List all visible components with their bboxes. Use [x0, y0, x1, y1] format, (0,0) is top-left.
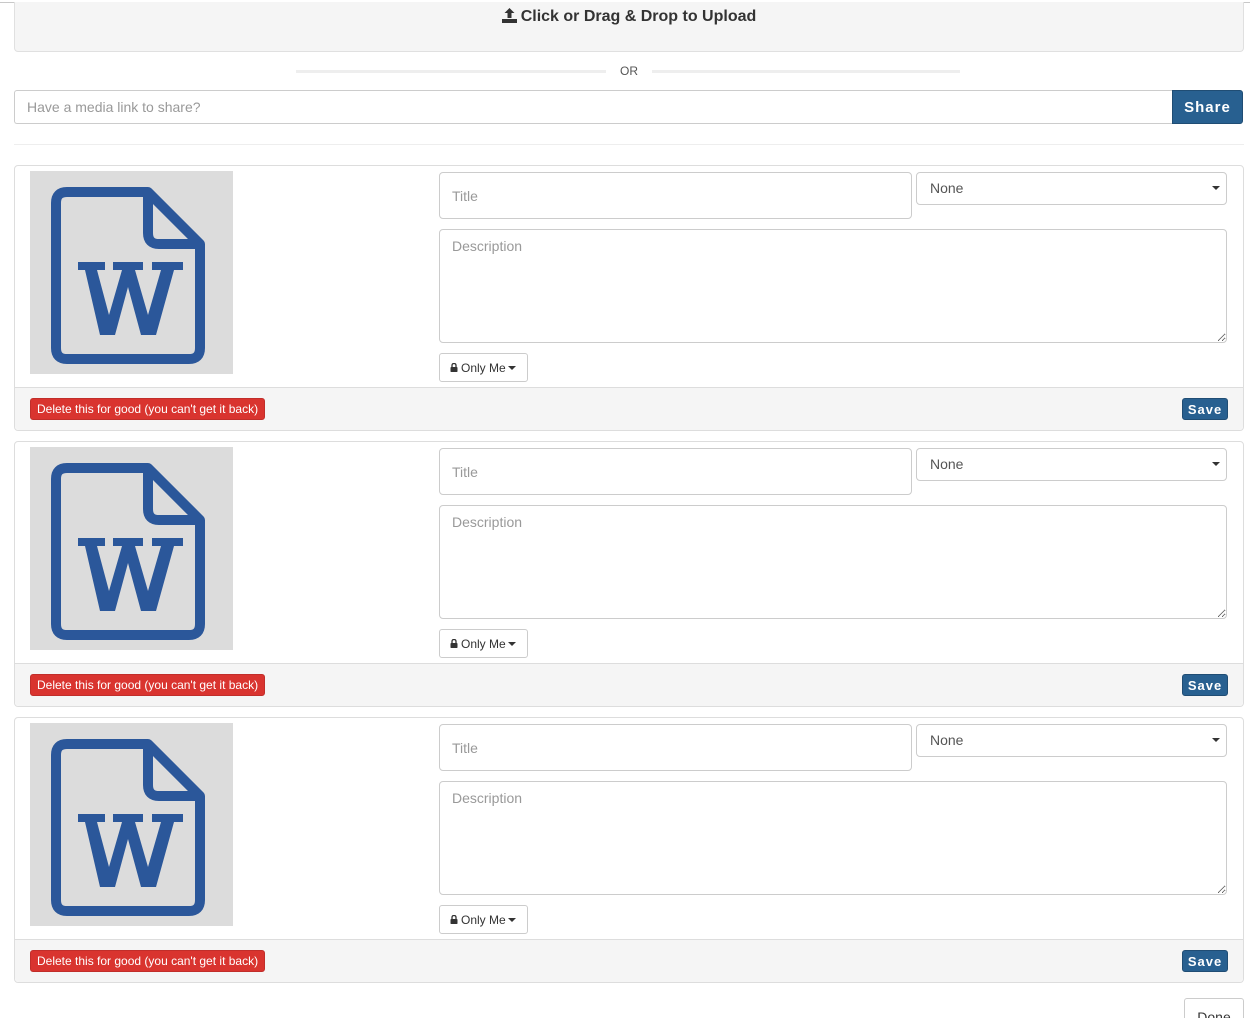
caret-down-icon — [508, 642, 516, 646]
lock-icon — [450, 915, 458, 924]
privacy-label: Only Me — [461, 637, 506, 651]
chevron-down-icon — [1212, 462, 1220, 466]
upload-label: Click or Drag & Drop to Upload — [520, 8, 757, 25]
section-divider — [14, 144, 1244, 145]
privacy-dropdown-button[interactable]: Only Me — [439, 629, 528, 658]
category-selected-value: None — [930, 732, 964, 748]
chevron-down-icon — [1212, 738, 1220, 742]
category-select[interactable]: None — [916, 724, 1227, 757]
media-thumbnail — [30, 447, 233, 650]
title-input[interactable] — [439, 172, 912, 219]
upload-prompt[interactable]: Click or Drag & Drop to Upload — [15, 8, 1243, 28]
lock-icon — [450, 363, 458, 372]
or-line-left — [296, 70, 606, 73]
chevron-down-icon — [1212, 186, 1220, 190]
caret-down-icon — [508, 366, 516, 370]
title-input[interactable] — [439, 448, 912, 495]
done-button[interactable]: Done — [1184, 998, 1244, 1018]
description-textarea[interactable] — [439, 229, 1227, 343]
category-selected-value: None — [930, 456, 964, 472]
category-select[interactable]: None — [916, 448, 1227, 481]
save-button[interactable]: Save — [1182, 398, 1228, 420]
share-button[interactable]: Share — [1172, 90, 1243, 124]
delete-button[interactable]: Delete this for good (you can't get it b… — [30, 674, 266, 696]
media-thumbnail — [30, 723, 233, 926]
word-document-icon — [51, 463, 205, 640]
description-textarea[interactable] — [439, 781, 1227, 895]
or-divider: OR — [296, 64, 960, 78]
or-line-right — [652, 70, 960, 73]
upload-dropzone[interactable]: Click or Drag & Drop to Upload — [14, 2, 1244, 52]
description-textarea[interactable] — [439, 505, 1227, 619]
privacy-label: Only Me — [461, 913, 506, 927]
lock-icon — [450, 639, 458, 648]
privacy-dropdown-button[interactable]: Only Me — [439, 353, 528, 382]
media-item-card: None Only Me Delete this for good (you c… — [14, 717, 1244, 983]
word-document-icon — [51, 739, 205, 916]
delete-button[interactable]: Delete this for good (you can't get it b… — [30, 950, 266, 972]
card-footer: Delete this for good (you can't get it b… — [15, 939, 1243, 982]
title-input[interactable] — [439, 724, 912, 771]
save-button[interactable]: Save — [1182, 950, 1228, 972]
privacy-label: Only Me — [461, 361, 506, 375]
or-label: OR — [620, 64, 638, 78]
category-selected-value: None — [930, 180, 964, 196]
media-item-card: None Only Me Delete this for good (you c… — [14, 165, 1244, 431]
media-item-card: None Only Me Delete this for good (you c… — [14, 441, 1244, 707]
media-link-input[interactable] — [14, 90, 1174, 124]
save-button[interactable]: Save — [1182, 674, 1228, 696]
delete-button[interactable]: Delete this for good (you can't get it b… — [30, 398, 266, 420]
category-select[interactable]: None — [916, 172, 1227, 205]
caret-down-icon — [508, 918, 516, 922]
privacy-dropdown-button[interactable]: Only Me — [439, 905, 528, 934]
word-document-icon — [51, 187, 205, 364]
card-footer: Delete this for good (you can't get it b… — [15, 663, 1243, 706]
upload-icon — [501, 8, 517, 28]
card-footer: Delete this for good (you can't get it b… — [15, 387, 1243, 430]
media-thumbnail — [30, 171, 233, 374]
